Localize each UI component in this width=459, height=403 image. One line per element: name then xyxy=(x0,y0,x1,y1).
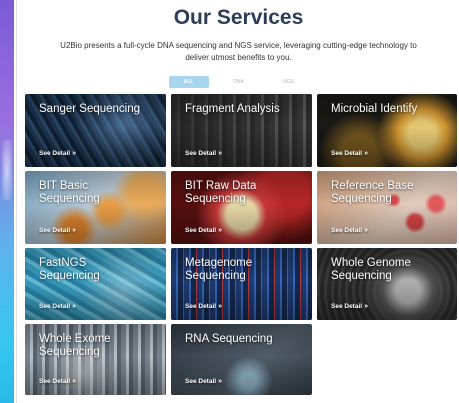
service-name: Sanger Sequencing xyxy=(39,103,141,115)
see-detail-link[interactable]: See Detail» xyxy=(185,303,222,310)
service-name: RNA Sequencing xyxy=(185,333,273,345)
see-detail-link[interactable]: See Detail» xyxy=(331,303,368,310)
service-name: BIT Basic Sequencing xyxy=(39,180,100,205)
service-name: Metagenome Sequencing xyxy=(185,257,253,282)
service-name: Microbial Identify xyxy=(331,103,418,115)
see-detail-link[interactable]: See Detail» xyxy=(185,378,222,385)
double-chevron-right-icon: » xyxy=(72,227,76,234)
double-chevron-right-icon: » xyxy=(72,303,76,310)
see-detail-link[interactable]: See Detail» xyxy=(185,150,222,157)
service-card-fastngs-sequencing[interactable]: FastNGS Sequencing See Detail» xyxy=(25,248,166,320)
service-card-sanger-sequencing[interactable]: Sanger Sequencing See Detail» xyxy=(25,94,166,167)
double-chevron-right-icon: » xyxy=(218,227,222,234)
service-card-metagenome-sequencing[interactable]: Metagenome Sequencing See Detail» xyxy=(171,248,312,320)
filter-tabs: ALL DNA NGS xyxy=(17,76,459,88)
service-name: FastNGS Sequencing xyxy=(39,257,100,282)
page-title: Our Services xyxy=(173,6,304,29)
services-section: Our Services U2Bio presents a full-cycle… xyxy=(16,0,459,403)
see-detail-link[interactable]: See Detail» xyxy=(39,227,76,234)
service-name: Reference Base Sequencing xyxy=(331,180,414,205)
background-gradient-strip xyxy=(0,0,14,403)
tab-dna[interactable]: DNA xyxy=(219,76,259,88)
double-chevron-right-icon: » xyxy=(218,303,222,310)
see-detail-link[interactable]: See Detail» xyxy=(185,227,222,234)
see-detail-link[interactable]: See Detail» xyxy=(331,227,368,234)
service-name: BIT Raw Data Sequencing xyxy=(185,180,257,205)
service-card-whole-genome-sequencing[interactable]: Whole Genome Sequencing See Detail» xyxy=(317,248,457,320)
services-grid: Sanger Sequencing See Detail» Fragment A… xyxy=(25,94,457,395)
service-name: Whole Genome Sequencing xyxy=(331,257,411,282)
double-chevron-right-icon: » xyxy=(364,227,368,234)
tab-all[interactable]: ALL xyxy=(168,76,209,88)
tab-ngs[interactable]: NGS xyxy=(269,76,309,88)
double-chevron-right-icon: » xyxy=(364,303,368,310)
service-card-reference-base-sequencing[interactable]: Reference Base Sequencing See Detail» xyxy=(317,171,457,244)
see-detail-link[interactable]: See Detail» xyxy=(331,150,368,157)
service-card-bit-basic-sequencing[interactable]: BIT Basic Sequencing See Detail» xyxy=(25,171,166,244)
service-name: Fragment Analysis xyxy=(185,103,280,115)
see-detail-link[interactable]: See Detail» xyxy=(39,303,76,310)
service-card-fragment-analysis[interactable]: Fragment Analysis See Detail» xyxy=(171,94,312,167)
page-subtitle: U2Bio presents a full-cycle DNA sequenci… xyxy=(60,41,417,62)
double-chevron-right-icon: » xyxy=(72,378,76,385)
double-chevron-right-icon: » xyxy=(218,378,222,385)
double-chevron-right-icon: » xyxy=(218,150,222,157)
service-name: Whole Exome Sequencing xyxy=(39,333,111,358)
service-card-whole-exome-sequencing[interactable]: Whole Exome Sequencing See Detail» xyxy=(25,324,166,395)
service-card-bit-raw-data-sequencing[interactable]: BIT Raw Data Sequencing See Detail» xyxy=(171,171,312,244)
double-chevron-right-icon: » xyxy=(364,150,368,157)
double-chevron-right-icon: » xyxy=(72,150,76,157)
see-detail-link[interactable]: See Detail» xyxy=(39,378,76,385)
service-card-microbial-identify[interactable]: Microbial Identify See Detail» xyxy=(317,94,457,167)
service-card-rna-sequencing[interactable]: RNA Sequencing See Detail» xyxy=(171,324,312,395)
see-detail-link[interactable]: See Detail» xyxy=(39,150,76,157)
